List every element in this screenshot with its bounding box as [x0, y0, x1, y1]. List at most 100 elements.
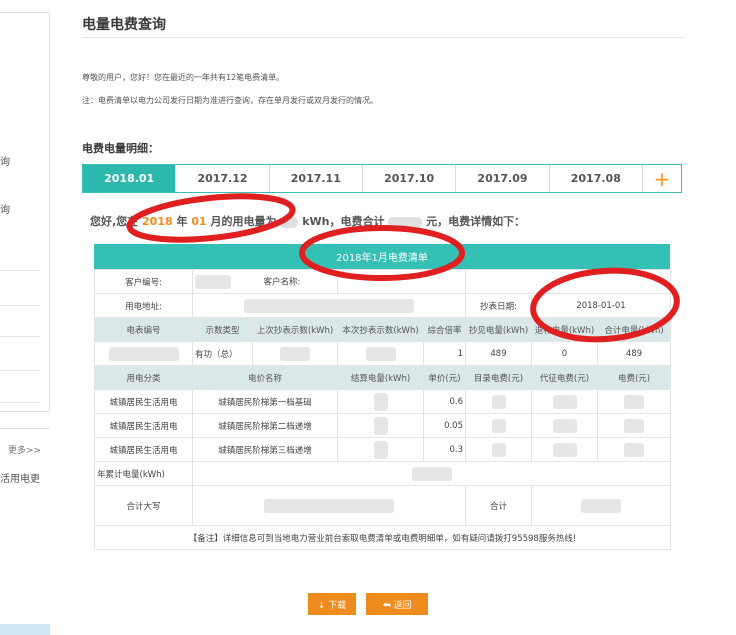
column-header: 抄见电量(kWh)	[465, 317, 532, 342]
back-button[interactable]: ⮪ 返回	[366, 593, 428, 615]
settled-kwh	[337, 413, 424, 438]
table-row: 城镇居民生活用电 城镇居民阶梯第一档基础 0.6	[94, 389, 672, 414]
customer-no-label: 客户编号:	[94, 269, 193, 294]
month-tabs: 2018.01 2017.12 2017.11 2017.10 2017.09 …	[82, 164, 682, 193]
table-row: 年累计电量(kWh)	[94, 461, 672, 486]
fee	[596, 437, 672, 462]
current-reading-value	[337, 341, 424, 366]
more-tabs-plus-icon[interactable]: +	[642, 165, 681, 192]
surcharge-fee	[531, 437, 598, 462]
catalog-fee	[465, 389, 532, 414]
left-sidebar: 询 询 更多>> 活用电更	[0, 0, 52, 635]
fee	[596, 389, 672, 414]
redacted-value	[388, 216, 423, 228]
column-header: 示数类型	[192, 317, 253, 342]
table-header-row: 电表编号 示数类型 上次抄表示数(kWh) 本次抄表示数(kWh) 综合倍率 抄…	[94, 317, 672, 342]
column-header: 代征电费(元)	[531, 365, 598, 390]
column-header: 本次抄表示数(kWh)	[337, 317, 424, 342]
bill-title: 2018年1月电费清单	[94, 244, 670, 269]
summary-month: 01	[191, 215, 207, 228]
column-header: 结算电量(kWh)	[337, 365, 424, 390]
meter-no-value	[94, 341, 193, 366]
usage-category: 城镇居民生活用电	[94, 437, 193, 462]
tab-month[interactable]: 2017.10	[362, 165, 457, 192]
price-name: 城镇居民阶梯第三档递增	[192, 437, 338, 462]
refund-kwh: 0	[531, 341, 598, 366]
last-reading-value	[252, 341, 338, 366]
divider	[0, 370, 40, 371]
table-row: 合计大写 合计	[94, 485, 672, 526]
table-header-row: 用电分类 电价名称 结算电量(kWh) 单价(元) 目录电费(元) 代征电费(元…	[94, 365, 672, 390]
total-kwh: 489	[596, 341, 672, 366]
total-value	[530, 485, 672, 526]
catalog-fee	[465, 437, 532, 462]
annual-kwh-value	[191, 461, 672, 486]
column-header: 电表编号	[94, 317, 193, 342]
sidebar-item-fragment[interactable]: 询	[0, 153, 10, 168]
read-date-value: 2018-01-01	[530, 293, 672, 318]
divider	[0, 305, 40, 306]
tab-month[interactable]: 2017.12	[176, 165, 270, 192]
summary-text: 年	[176, 215, 188, 228]
action-buttons: ↓ 下载 ⮪ 返回	[308, 593, 428, 615]
surcharge-fee	[531, 413, 598, 438]
unit-price: 0.3	[423, 437, 466, 462]
settled-kwh	[337, 437, 424, 462]
bill-panel: 2018年1月电费清单 客户编号: 客户名称: 用电地址: 抄表日期: 2018…	[93, 244, 672, 550]
more-link[interactable]: 更多>>	[8, 443, 41, 456]
notice-line: 注：电费清单以电力公司发行日期为准进行查询，存在单月发行或双月发行的情况。	[82, 96, 378, 105]
download-button[interactable]: ↓ 下载	[308, 593, 356, 615]
address-value	[192, 293, 466, 318]
unit-price: 0.6	[423, 389, 466, 414]
tab-month[interactable]: 2017.08	[549, 165, 643, 192]
divider	[0, 336, 40, 337]
column-header: 退补电量(kWh)	[531, 317, 598, 342]
table-row: 有功（总） 1 489 0 489	[94, 341, 672, 366]
settled-kwh	[337, 389, 424, 414]
reading-kwh: 489	[465, 341, 532, 366]
catalog-fee	[465, 413, 532, 438]
unit-price: 0.05	[423, 413, 466, 438]
summary-text: 元，电费详情如下：	[426, 215, 526, 228]
tab-month[interactable]: 2017.09	[456, 165, 550, 192]
empty-cell	[464, 269, 672, 294]
table-row: 城镇居民生活用电 城镇居民阶梯第三档递增 0.3	[94, 437, 672, 462]
total-caps-label: 合计大写	[94, 485, 193, 526]
bill-table: 客户编号: 客户名称: 用电地址: 抄表日期: 2018-01-01 电表编号 …	[93, 269, 672, 550]
table-row: 城镇居民生活用电 城镇居民阶梯第二档递增 0.05	[94, 413, 672, 438]
column-header: 综合倍率	[423, 317, 466, 342]
annual-kwh-label: 年累计电量(kWh)	[94, 461, 193, 486]
usage-category: 城镇居民生活用电	[94, 413, 193, 438]
redacted-value	[280, 216, 299, 228]
price-name: 城镇居民阶梯第二档递增	[192, 413, 338, 438]
tab-month[interactable]: 2017.11	[269, 165, 363, 192]
tab-month[interactable]: 2018.01	[83, 165, 177, 192]
price-name: 城镇居民阶梯第一档基础	[192, 389, 338, 414]
customer-name-label: 客户名称:	[263, 277, 301, 287]
summary-text: kWh，电费合计	[302, 215, 385, 228]
sidebar-banner[interactable]	[0, 624, 50, 635]
summary-text: 您好,您在	[90, 215, 139, 228]
column-header: 电费(元)	[596, 365, 672, 390]
sidebar-item-fragment[interactable]: 询	[0, 201, 10, 216]
detail-heading: 电费电量明细：	[82, 142, 159, 155]
table-row: 【备注】详细信息可到当地电力营业前台索取电费清单或电费明细单，如有疑问请拨打95…	[93, 525, 672, 550]
title-divider	[82, 37, 684, 38]
divider	[0, 402, 40, 403]
divider	[0, 270, 40, 271]
page-title: 电量电费查询	[82, 17, 166, 33]
address-label: 用电地址:	[94, 293, 193, 318]
column-header: 用电分类	[94, 365, 193, 390]
column-header: 电价名称	[192, 365, 338, 390]
usage-category: 城镇居民生活用电	[94, 389, 193, 414]
total-caps-value	[192, 485, 466, 526]
customer-name-value	[337, 269, 466, 294]
customer-no-value: 客户名称:	[192, 269, 338, 294]
surcharge-fee	[531, 389, 598, 414]
footnote: 【备注】详细信息可到当地电力营业前台索取电费清单或电费明细单，如有疑问请拨打95…	[93, 525, 672, 550]
column-header: 合计电量(kWh)	[596, 317, 672, 342]
total-label: 合计	[465, 485, 532, 526]
sidebar-news-item[interactable]: 活用电更	[0, 470, 40, 485]
summary-text: 月的用电量为	[210, 215, 277, 228]
notice-line: 尊敬的用户，您好！您在最近的一年共有12笔电费清单。	[82, 73, 285, 82]
